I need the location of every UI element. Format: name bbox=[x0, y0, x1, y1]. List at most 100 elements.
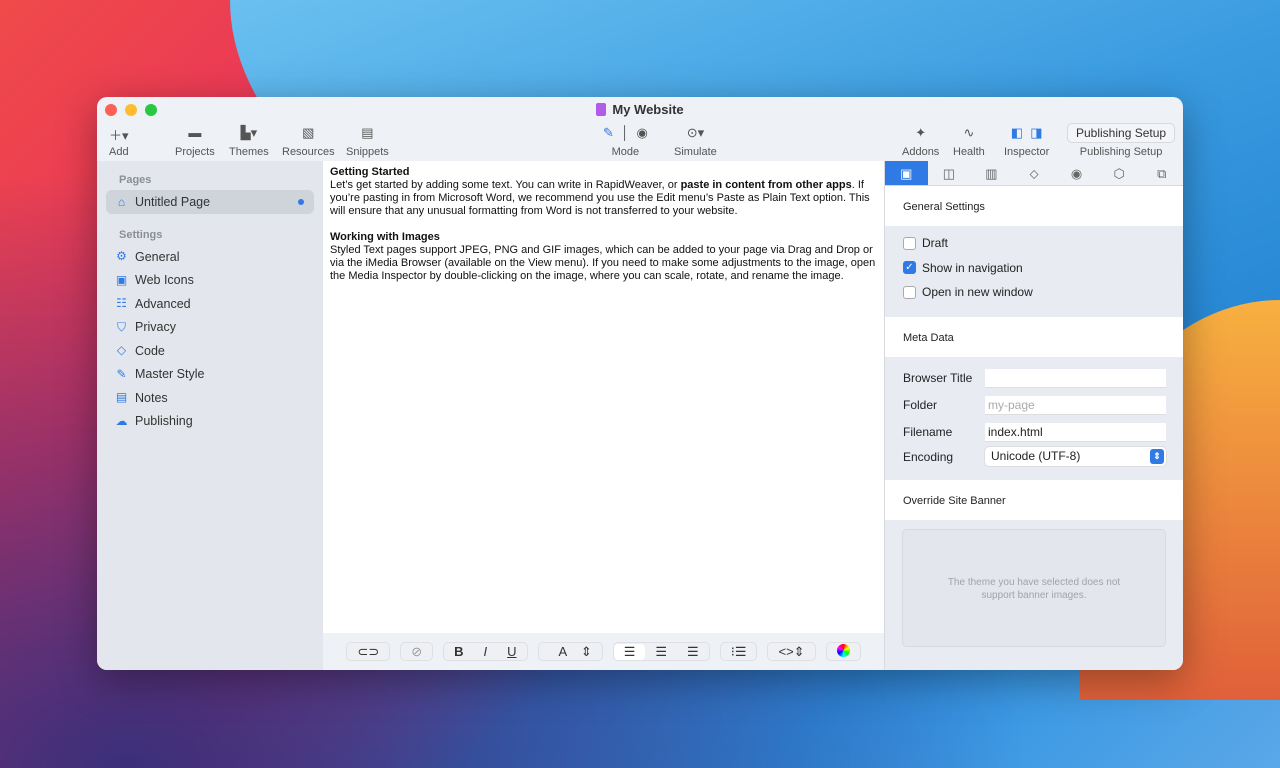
simulate-icon: ⊙▾ bbox=[686, 125, 705, 140]
health-label: Health bbox=[953, 146, 985, 158]
themes-label: Themes bbox=[229, 146, 269, 158]
dropper-icon: ✎ bbox=[116, 366, 127, 381]
link-icon: ⊂⊃ bbox=[357, 643, 380, 659]
themes-icon: ▙▾ bbox=[240, 125, 258, 140]
edit-pencil-icon[interactable]: ✎ bbox=[603, 125, 614, 140]
tab-devices-icon[interactable]: ⧉ bbox=[1140, 161, 1183, 185]
addons-button[interactable]: ✦ Addons bbox=[902, 125, 939, 158]
photos-icon: ▧ bbox=[302, 125, 315, 140]
unlink-button[interactable]: ⊘ bbox=[400, 642, 434, 661]
cloud-icon: ☁ bbox=[115, 413, 128, 428]
paragraph-1: Let’s get started by adding some text. Y… bbox=[330, 179, 877, 218]
heading-working-images: Working with Images bbox=[330, 231, 440, 243]
underline-button[interactable]: U bbox=[497, 644, 526, 659]
publishing-setup-button[interactable]: Publishing Setup bbox=[1067, 123, 1176, 143]
tab-tag-icon[interactable]: ⬦ bbox=[1013, 161, 1056, 185]
sidebar-item-publishing[interactable]: ☁ Publishing bbox=[97, 410, 323, 434]
sidebar-page-untitled[interactable]: ⌂ Untitled Page bbox=[106, 190, 314, 214]
title-text: My Website bbox=[612, 102, 684, 117]
mode-control[interactable]: ✎ │ ◉ Mode bbox=[603, 125, 648, 158]
checkmark-icon[interactable]: ✓ bbox=[903, 261, 916, 275]
sidebar-item-web-icons[interactable]: ▣ Web Icons bbox=[97, 269, 323, 293]
simulate-label: Simulate bbox=[674, 146, 717, 158]
inspector-label: Inspector bbox=[1004, 146, 1050, 158]
folder-input[interactable]: my-page bbox=[985, 395, 1166, 415]
sidebar-item-master-style[interactable]: ✎ Master Style bbox=[97, 363, 323, 387]
show-nav-label: Show in navigation bbox=[922, 260, 1023, 275]
tab-hexagon-icon[interactable]: ⬡ bbox=[1098, 161, 1141, 185]
item-label: General bbox=[135, 249, 180, 264]
link-button[interactable]: ⊂⊃ bbox=[346, 642, 391, 661]
add-button[interactable]: ＋▾ Add bbox=[109, 125, 129, 158]
item-label: Notes bbox=[135, 390, 168, 405]
tab-header-layout-icon[interactable]: ▥ bbox=[970, 161, 1013, 185]
checkbox[interactable] bbox=[903, 285, 916, 299]
align-center-icon[interactable]: ☰ bbox=[645, 644, 677, 660]
sidebar-item-privacy[interactable]: ⛉ Privacy bbox=[97, 316, 323, 340]
home-icon: ⌂ bbox=[117, 194, 126, 209]
item-label: Publishing bbox=[135, 414, 193, 429]
tab-record-icon[interactable]: ◉ bbox=[1055, 161, 1098, 185]
tab-general-layout-icon[interactable]: ▣ bbox=[885, 161, 928, 185]
folder-label: Folder bbox=[903, 398, 938, 412]
sidebar-panels-icon: ◧ ◨ bbox=[1010, 125, 1043, 140]
simulate-button[interactable]: ⊙▾ Simulate bbox=[674, 125, 717, 158]
page-label: Untitled Page bbox=[135, 195, 211, 209]
encoding-label: Encoding bbox=[903, 449, 954, 464]
show-nav-checkbox[interactable]: ✓ Show in navigation bbox=[885, 256, 1183, 281]
inspector-toggle[interactable]: ◧ ◨ Inspector bbox=[1004, 125, 1049, 158]
health-button[interactable]: ∿ Health bbox=[953, 125, 985, 158]
banner-dropzone: The theme you have selected does not sup… bbox=[902, 528, 1166, 647]
p1-bold: paste in content from other apps bbox=[680, 179, 852, 191]
publishing-setup[interactable]: Publishing Setup Publishing Setup bbox=[1067, 123, 1176, 158]
item-label: Master Style bbox=[135, 367, 205, 382]
encoding-select[interactable]: Unicode (UTF-8) ⇕ bbox=[985, 447, 1166, 466]
item-label: Privacy bbox=[135, 320, 176, 335]
snippets-button[interactable]: ▤ Snippets bbox=[346, 125, 389, 158]
heading-getting-started: Getting Started bbox=[330, 166, 410, 178]
code-icon: ◇ bbox=[116, 343, 127, 358]
text-editor[interactable]: Getting Started Let’s get started by add… bbox=[323, 161, 884, 633]
color-button[interactable] bbox=[825, 642, 861, 661]
sidebar-item-general[interactable]: ⚙ General bbox=[97, 245, 323, 269]
document-icon bbox=[596, 103, 607, 116]
filename-input[interactable]: index.html bbox=[985, 422, 1166, 442]
plus-icon: ＋▾ bbox=[109, 128, 129, 143]
browser-title-input[interactable] bbox=[985, 368, 1166, 388]
inspector-tabs: ▣ ◫ ▥ ⬦ ◉ ⬡ ⧉ bbox=[885, 161, 1183, 186]
italic-button[interactable]: I bbox=[474, 644, 498, 659]
mode-icons: ✎ │ ◉ bbox=[603, 125, 648, 140]
bold-button[interactable]: B bbox=[444, 644, 473, 659]
align-left-icon[interactable]: ☰ bbox=[613, 643, 646, 660]
item-label: Web Icons bbox=[135, 273, 194, 288]
list-button[interactable]: ⁝☰ bbox=[719, 642, 758, 661]
new-window-checkbox[interactable]: Open in new window bbox=[885, 280, 1183, 305]
add-label: Add bbox=[109, 146, 129, 158]
image-icon: ▣ bbox=[115, 272, 128, 287]
mode-label: Mode bbox=[611, 146, 640, 158]
resources-label: Resources bbox=[282, 146, 335, 158]
font-size-button[interactable]: A ⇕ bbox=[537, 642, 603, 661]
tab-sidebar-layout-icon[interactable]: ◫ bbox=[928, 161, 971, 185]
projects-button[interactable]: ▬ Projects bbox=[175, 125, 215, 158]
draft-checkbox[interactable]: Draft bbox=[885, 231, 1183, 256]
banner-note: The theme you have selected does not sup… bbox=[947, 576, 1121, 601]
resources-button[interactable]: ▧ Resources bbox=[282, 125, 335, 158]
pulse-icon: ∿ bbox=[963, 125, 975, 140]
sidebar-item-advanced[interactable]: ☷ Advanced bbox=[97, 292, 323, 316]
sidebar-item-code[interactable]: ◇ Code bbox=[97, 339, 323, 363]
code-button[interactable]: <>⇕ bbox=[767, 642, 816, 661]
updown-chevron-icon: ⇕ bbox=[1150, 449, 1164, 464]
align-right-icon[interactable]: ☰ bbox=[677, 644, 709, 660]
sidebar-item-notes[interactable]: ▤ Notes bbox=[97, 386, 323, 410]
themes-button[interactable]: ▙▾ Themes bbox=[229, 125, 269, 158]
draft-label: Draft bbox=[922, 236, 949, 251]
code-icon: <>⇕ bbox=[778, 643, 805, 659]
unlink-icon: ⊘ bbox=[411, 643, 423, 659]
plug-icon: ✦ bbox=[915, 125, 927, 140]
item-label: Advanced bbox=[135, 296, 191, 311]
checkbox[interactable] bbox=[903, 236, 916, 250]
encoding-value: Unicode (UTF-8) bbox=[991, 449, 1081, 463]
preview-eye-icon[interactable]: ◉ bbox=[636, 125, 647, 140]
unsaved-dot bbox=[298, 199, 304, 205]
